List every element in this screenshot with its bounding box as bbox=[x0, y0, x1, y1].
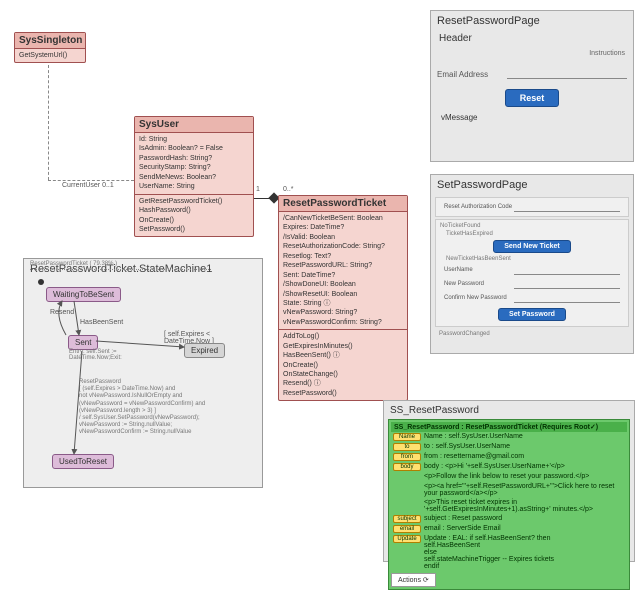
class-ops: GetResetPasswordTicket()HashPassword()On… bbox=[135, 195, 253, 237]
state-expired[interactable]: Expired bbox=[184, 343, 225, 358]
state-usedtoreset[interactable]: UsedToReset bbox=[52, 454, 114, 469]
reset-button[interactable]: Reset bbox=[505, 89, 560, 107]
ss-subject: subject : Reset password bbox=[424, 515, 625, 522]
panel-statemachine[interactable]: ResetPasswordTicket ( 79.38% ) ResetPass… bbox=[23, 258, 263, 488]
panel-setpasswordpage[interactable]: SetPasswordPage Reset Authorization Code… bbox=[430, 174, 634, 354]
ss-update: Update : EAL: if self.HasBeenSent? then … bbox=[424, 535, 625, 570]
class-ops: AddToLog()GetExpiresInMinutes()HasBeenSe… bbox=[279, 330, 407, 400]
ss-name: Name : self.SysUser.UserName bbox=[424, 433, 625, 440]
class-title: SysSingleton bbox=[15, 33, 85, 49]
page-title: SetPasswordPage bbox=[431, 175, 633, 195]
setpassword-button[interactable]: Set Password bbox=[498, 308, 566, 321]
page-title: ResetPasswordPage bbox=[431, 11, 633, 31]
confirm-field[interactable] bbox=[514, 293, 620, 303]
ss-email: email : ServerSide Email bbox=[424, 525, 625, 532]
auth-label: Reset Authorization Code bbox=[444, 204, 514, 210]
class-title: SysUser bbox=[135, 117, 253, 133]
ss-body4: <p>This reset ticket expires in '+self.G… bbox=[424, 499, 625, 513]
sent-entry: Entry: self.Sent := DateTime.Now;Exit: bbox=[69, 349, 159, 361]
ss-detail: SS_ResetPassword : ResetPasswordTicket (… bbox=[388, 419, 630, 590]
header-label: Header bbox=[431, 31, 633, 50]
panel-resetpasswordpage[interactable]: ResetPasswordPage Header Instructions Em… bbox=[430, 10, 634, 162]
tiny-label: ResetPasswordTicket ( 79.38% ) bbox=[30, 261, 117, 267]
email-label: Email Address bbox=[437, 70, 507, 79]
changed-label: PasswordChanged bbox=[431, 329, 633, 339]
ss-body3: <p><a href="'+self.ResetPasswordURL+'">C… bbox=[424, 483, 625, 497]
class-ops: GetSystemUrl() bbox=[15, 49, 85, 62]
class-attrs: Id: StringIsAdmin: Boolean? = FalsePassw… bbox=[135, 133, 253, 195]
assoc-currentuser: CurrentUser 0..1 bbox=[62, 182, 114, 189]
mult-many: 0..* bbox=[283, 186, 294, 193]
refresh-icon: ⟳ bbox=[423, 577, 429, 584]
actions-box[interactable]: Actions ⟳ bbox=[391, 573, 436, 587]
expired-label: TicketHasExpired bbox=[438, 230, 626, 238]
ss-from: from : resettername@gmail.com bbox=[424, 453, 625, 460]
newticket-label: NewTicketHasBeenSent bbox=[438, 255, 626, 263]
vmessage-label: vMessage bbox=[431, 107, 633, 128]
reset-guard: ResetPassword [ (self.Expires > DateTime… bbox=[79, 379, 254, 437]
state-waiting[interactable]: WaitingToBeSent bbox=[46, 287, 121, 302]
class-sysuser[interactable]: SysUser Id: StringIsAdmin: Boolean? = Fa… bbox=[134, 116, 254, 237]
user-field[interactable] bbox=[514, 265, 620, 275]
connector-dashed bbox=[48, 65, 49, 180]
instructions-label: Instructions bbox=[431, 50, 633, 57]
noticket-label: NoTicketFound bbox=[438, 222, 626, 230]
sendnewticket-button[interactable]: Send New Ticket bbox=[493, 240, 571, 253]
trans-resend: Resend bbox=[50, 309, 74, 316]
trans-hasbeensent: HasBeenSent bbox=[80, 319, 123, 326]
class-resetpasswordticket[interactable]: ResetPasswordTicket /CanNewTicketBeSent:… bbox=[278, 195, 408, 401]
newpw-field[interactable] bbox=[514, 279, 620, 289]
initial-state-icon bbox=[38, 279, 44, 285]
auth-field[interactable] bbox=[514, 202, 620, 212]
user-label: UserName bbox=[444, 267, 514, 273]
connector-dashed-h bbox=[48, 180, 134, 181]
class-syssingleton[interactable]: SysSingleton GetSystemUrl() bbox=[14, 32, 86, 63]
mult-one: 1 bbox=[256, 186, 260, 193]
newpw-label: New Password bbox=[444, 281, 514, 287]
panel-title: SS_ResetPassword bbox=[384, 401, 634, 420]
class-attrs: /CanNewTicketBeSent: BooleanExpires: Dat… bbox=[279, 212, 407, 330]
ss-body2: <p>Follow the link below to reset your p… bbox=[424, 473, 625, 480]
state-sent[interactable]: Sent bbox=[68, 335, 98, 350]
ss-heading: SS_ResetPassword : ResetPasswordTicket (… bbox=[391, 422, 627, 432]
confirm-label: Confirm New Password bbox=[444, 295, 514, 301]
class-title: ResetPasswordTicket bbox=[279, 196, 407, 212]
email-field[interactable] bbox=[507, 69, 627, 79]
panel-ssresetpassword[interactable]: SS_ResetPassword SS_ResetPassword : Rese… bbox=[383, 400, 635, 562]
ss-body1: body : <p>Hi '+self.SysUser.UserName+'</… bbox=[424, 463, 625, 470]
ss-to: to : self.SysUser.UserName bbox=[424, 443, 625, 450]
